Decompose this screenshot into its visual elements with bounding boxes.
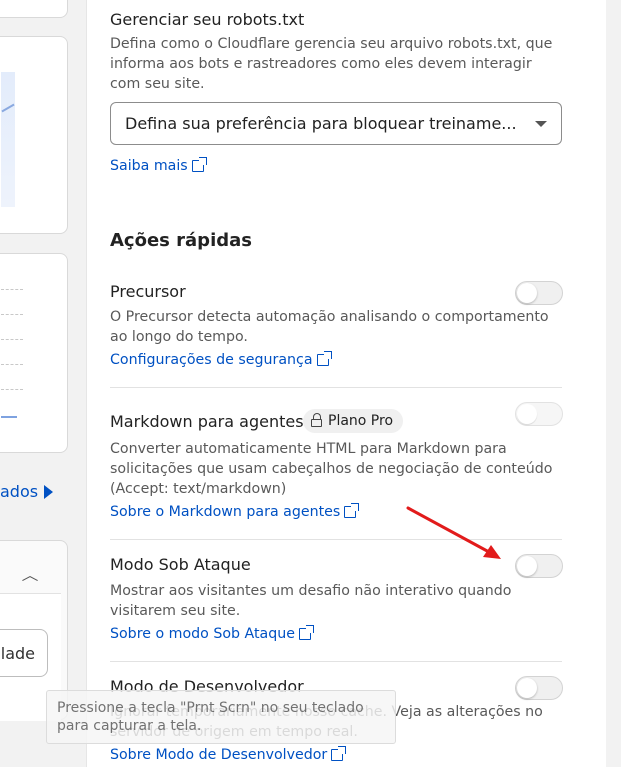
chevron-up-icon[interactable]: ︿ (22, 565, 39, 585)
settings-panel: Gerenciar seu robots.txt Defina como o C… (86, 0, 606, 767)
robots-title: Gerenciar seu robots.txt (110, 10, 305, 29)
under-attack-link-label: Sobre o modo Sob Ataque (110, 626, 295, 642)
markdown-link[interactable]: Sobre o Markdown para agentes (110, 503, 360, 520)
pro-plan-badge-label: Plano Pro (328, 413, 394, 429)
pro-plan-badge: Plano Pro (303, 409, 404, 433)
left-card-top (0, 0, 68, 18)
grid-line (1, 314, 23, 315)
robots-select-value: Defina sua preferência para bloquear tre… (125, 114, 517, 133)
under-attack-description: Mostrar aos visitantes um desafio não in… (110, 583, 512, 619)
left-action-button[interactable]: lade (0, 629, 48, 677)
grid-line (1, 364, 23, 365)
precursor-description: O Precursor detecta automação analisando… (110, 309, 549, 345)
grid-line (1, 289, 23, 290)
divider (110, 661, 562, 662)
external-link-icon (298, 625, 314, 640)
dev-mode-link[interactable]: Sobre Modo de Desenvolvedor (110, 746, 347, 763)
markdown-title: Markdown para agentes (110, 412, 304, 431)
markdown-toggle[interactable] (515, 402, 563, 426)
external-link-icon (191, 157, 207, 172)
robots-preference-select[interactable]: Defina sua preferência para bloquear tre… (110, 102, 562, 145)
precursor-toggle[interactable] (515, 281, 563, 305)
caret-down-icon (535, 120, 547, 127)
toggle-knob (517, 678, 537, 698)
left-action-button-label: lade (0, 643, 35, 663)
left-chart-card-2 (0, 253, 68, 453)
grid-line (1, 389, 23, 390)
under-attack-title: Modo Sob Ataque (110, 555, 251, 574)
markdown-description: Converter automaticamente HTML para Mark… (110, 441, 553, 497)
precursor-link[interactable]: Configurações de segurança (110, 351, 332, 368)
left-column: ados ︿ lade (0, 0, 70, 767)
external-link-icon (316, 351, 332, 366)
robots-learn-more-link[interactable]: Saiba mais (110, 157, 207, 174)
chart-area-fill (1, 72, 15, 207)
external-link-icon (344, 503, 360, 518)
chevron-right-icon (44, 484, 54, 499)
markdown-link-label: Sobre o Markdown para agentes (110, 504, 341, 520)
external-link-icon (331, 746, 347, 761)
left-chart-card (0, 36, 68, 234)
grid-line (1, 339, 23, 340)
chart-baseline (1, 416, 17, 418)
under-attack-link[interactable]: Sobre o modo Sob Ataque (110, 625, 314, 642)
robots-description: Defina como o Cloudflare gerencia seu ar… (110, 36, 553, 92)
dev-mode-link-label: Sobre Modo de Desenvolvedor (110, 747, 328, 763)
precursor-title: Precursor (110, 282, 186, 301)
divider (110, 387, 562, 388)
quick-actions-title: Ações rápidas (110, 230, 252, 251)
lock-icon (311, 413, 322, 427)
precursor-link-label: Configurações de segurança (110, 352, 313, 368)
annotation-arrow-icon (406, 506, 501, 559)
left-more-link[interactable]: ados (0, 482, 54, 501)
toggle-knob (517, 404, 537, 424)
left-more-link-label: ados (0, 482, 39, 501)
toggle-knob (517, 283, 537, 303)
dev-mode-toggle[interactable] (515, 676, 563, 700)
under-attack-toggle[interactable] (515, 554, 563, 578)
toggle-knob (517, 556, 537, 576)
robots-learn-more-label: Saiba mais (110, 158, 188, 174)
screenshot-hint-tooltip: Pressione a tecla "Prnt Scrn" no seu tec… (46, 690, 396, 744)
